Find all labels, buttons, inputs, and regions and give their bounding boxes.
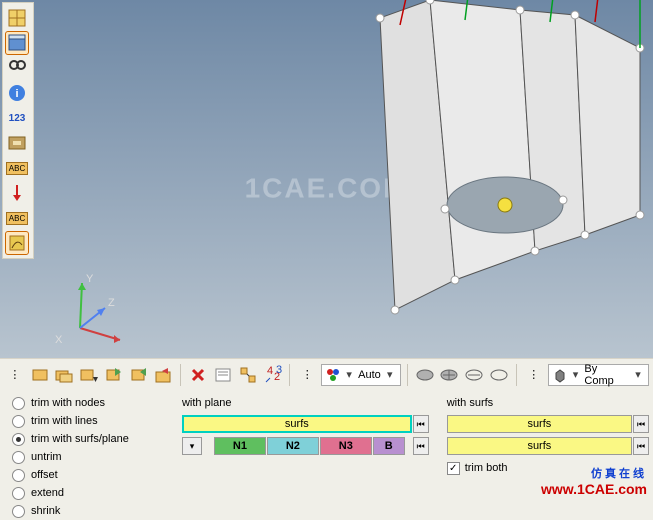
svg-text:i: i [15,88,18,100]
svg-text:4: 4 [267,365,273,377]
radio-label: trim with nodes [31,397,105,409]
collectors-icon[interactable] [5,6,29,30]
save-icon[interactable] [153,364,175,386]
find-icon[interactable] [5,56,29,80]
abc-label2-icon[interactable]: ABC [5,206,29,230]
plane-switch-icon[interactable]: ▾ [182,437,202,455]
organize-icon[interactable] [237,364,259,386]
svg-text:Z: Z [108,297,115,309]
svg-text:Y: Y [86,273,94,285]
shaded-mesh-icon[interactable] [439,364,461,386]
svg-text:3: 3 [276,364,282,376]
handle3-icon[interactable]: ⋮ [523,364,545,386]
auto-color-combo[interactable]: ▾ Auto ▾ [321,364,401,386]
footer-watermark: 仿真在线 www.1CAE.com [541,465,647,497]
checkbox-icon [447,462,460,475]
with-surfs-title: with surfs [447,394,649,412]
n3-button[interactable]: N3 [320,437,372,455]
n2-button[interactable]: N2 [267,437,319,455]
arrow-down-icon[interactable] [5,181,29,205]
svg-text:X: X [55,334,63,346]
dropdown-icon: ▾ [343,368,355,381]
abc-label-icon[interactable]: ABC [5,156,29,180]
radio-label: trim with surfs/plane [31,433,129,445]
reset-nodes-icon[interactable]: ⏮ [413,437,429,455]
radio-shrink[interactable]: shrink [12,502,164,520]
radio-label: shrink [31,505,60,517]
cube-icon [553,368,567,382]
open-icon[interactable] [54,364,76,386]
bycomp-label: By Comp [584,363,629,387]
model-browser-icon[interactable] [5,31,29,55]
auto-color-label: Auto [358,369,381,381]
radio-trim-lines[interactable]: trim with lines [12,412,164,430]
radio-extend[interactable]: extend [12,484,164,502]
handle2-icon[interactable]: ⋮ [296,364,318,386]
numbers-icon[interactable]: 123 [5,106,29,130]
bycomp-combo[interactable]: ▾ By Comp ▾ [548,364,649,386]
info-icon[interactable]: i [5,81,29,105]
left-toolbar: i 123 ABC ABC [2,2,34,259]
handle-icon[interactable]: ⋮ [4,364,26,386]
radio-untrim[interactable]: untrim [12,448,164,466]
export-icon[interactable] [128,364,150,386]
radio-trim-nodes[interactable]: trim with nodes [12,394,164,412]
new-icon[interactable] [29,364,51,386]
n1-button[interactable]: N1 [214,437,266,455]
reset-selector-icon[interactable]: ⏮ [413,415,429,433]
reset-surfs1-icon[interactable]: ⏮ [633,415,649,433]
b-button[interactable]: B [373,437,405,455]
axes-triad: X Y Z [50,268,130,348]
checkbox-label: trim both [465,462,508,474]
model-geometry [340,0,653,310]
wireframe-icon[interactable] [463,364,485,386]
radio-trim-surfs-plane[interactable]: trim with surfs/plane [12,430,164,448]
renumber-icon[interactable]: 423 [262,364,284,386]
radio-label: extend [31,487,64,499]
dropdown-icon: ▾ [570,368,582,381]
radio-offset[interactable]: offset [12,466,164,484]
radio-label: offset [31,469,58,481]
surfs-selector[interactable]: surfs [182,415,412,433]
with-plane-title: with plane [182,394,429,412]
display-icon[interactable] [5,131,29,155]
delete-icon[interactable] [187,364,209,386]
viewport[interactable]: 1CAE.COM X Y Z [0,0,653,358]
surfs-selector-2[interactable]: surfs [447,437,632,455]
visualize-icon[interactable] [5,231,29,255]
color-swatch-icon [326,368,340,382]
with-plane-section: with plane surfs ⏮ ▾ N1 N2 N3 B ⏮ [182,392,429,500]
hidden-icon[interactable] [488,364,510,386]
dropdown-icon: ▾ [384,368,396,381]
dropdown-icon: ▾ [632,368,644,381]
surfs-selector-1[interactable]: surfs [447,415,632,433]
main-toolbar: ⋮ 423 ⋮ ▾ Auto ▾ ⋮ ▾ By Comp ▾ [0,358,653,390]
radio-label: untrim [31,451,62,463]
import-icon[interactable] [103,364,125,386]
radio-column: trim with nodes trim with lines trim wit… [4,392,172,500]
reset-surfs2-icon[interactable]: ⏮ [633,437,649,455]
radio-label: trim with lines [31,415,98,427]
card-icon[interactable] [212,364,234,386]
shaded-icon[interactable] [414,364,436,386]
open-dropdown-icon[interactable] [78,364,100,386]
